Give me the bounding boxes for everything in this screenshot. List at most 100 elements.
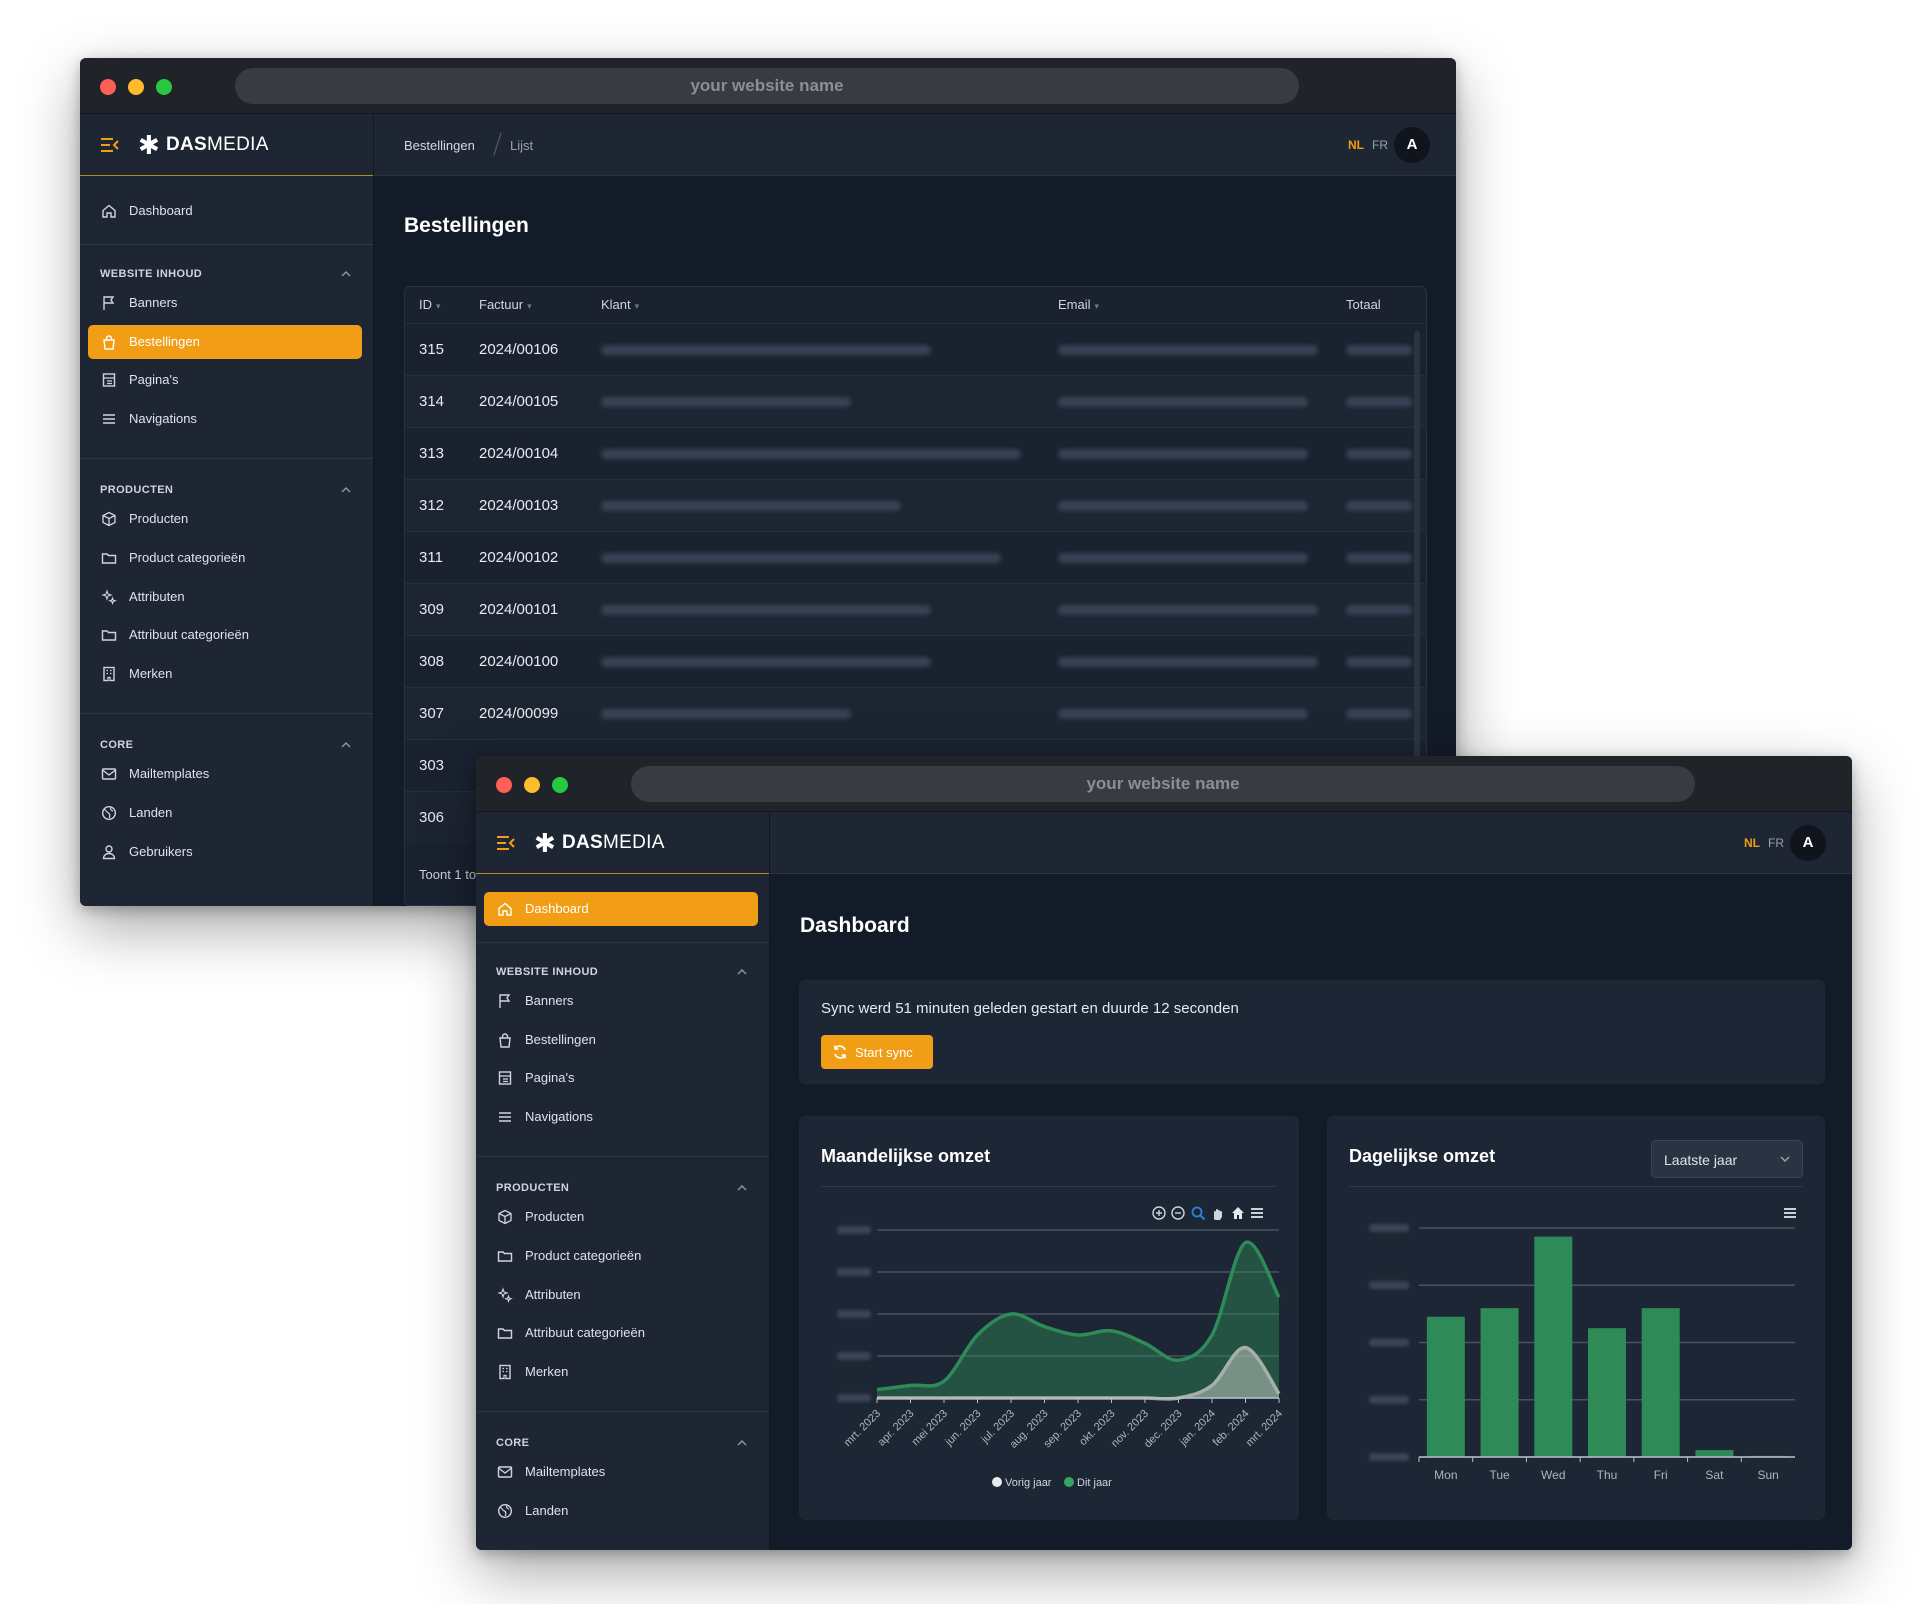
pan-icon[interactable] — [1214, 1209, 1222, 1220]
daily-revenue-card: Dagelijkse omzet Laatste jaar Mon Tue Wed T… — [1327, 1116, 1825, 1520]
minimize-window-button[interactable] — [128, 79, 144, 95]
language-fr[interactable]: FR — [1768, 836, 1784, 850]
sidebar-item-landen[interactable]: Landen — [484, 1494, 758, 1528]
address-bar[interactable]: your website name — [631, 766, 1695, 802]
menu-icon[interactable] — [1251, 1208, 1263, 1218]
sidebar-item-pagina-s[interactable]: Pagina's — [88, 363, 362, 397]
zoom-out-icon[interactable] — [1171, 1206, 1185, 1220]
section-title-website-inhoud: WEBSITE INHOUD — [496, 966, 599, 978]
sidebar-item-mailtemplates[interactable]: Mailtemplates — [484, 1455, 758, 1489]
redacted-email — [1058, 501, 1308, 511]
folder-icon — [101, 553, 117, 564]
reset-home-icon[interactable] — [1232, 1207, 1244, 1219]
breadcrumb-orders[interactable]: Bestellingen — [404, 138, 475, 153]
sidebar-item-label: Dashboard — [129, 203, 193, 218]
chevron-up-icon[interactable] — [737, 1439, 747, 1447]
sidebar-item-attribuut-categorieen[interactable]: Attribuut categorieën — [88, 618, 362, 652]
sidebar-item-producten[interactable]: Producten — [88, 502, 362, 536]
flag-icon — [499, 994, 511, 1008]
column-header-customer[interactable]: Klant ▾ — [601, 297, 639, 312]
menu-toggle-icon[interactable] — [496, 835, 516, 851]
y-tick-label-redacted — [837, 1226, 871, 1234]
sidebar-item-merken[interactable]: Merken — [88, 657, 362, 691]
sidebar-item-gebruikers[interactable]: Gebruikers — [88, 835, 362, 869]
table-row[interactable]: 311 2024/00102 — [405, 531, 1426, 583]
redacted-total — [1346, 553, 1412, 563]
invoice-number[interactable]: 2024/00099 — [479, 705, 558, 722]
sidebar-item-pagina-s[interactable]: Pagina's — [484, 1061, 758, 1095]
table-row[interactable]: 308 2024/00100 — [405, 635, 1426, 687]
user-avatar[interactable]: A — [1394, 127, 1430, 163]
sidebar-item-attribuut-categorieen[interactable]: Attribuut categorieën — [484, 1316, 758, 1350]
sidebar-item-merken[interactable]: Merken — [484, 1355, 758, 1389]
sidebar-item-dashboard[interactable]: Dashboard — [484, 892, 758, 926]
invoice-number[interactable]: 2024/00100 — [479, 653, 558, 670]
y-tick-label-redacted — [837, 1394, 871, 1402]
sidebar-item-landen[interactable]: Landen — [88, 796, 362, 830]
start-sync-button[interactable]: Start sync — [821, 1035, 933, 1069]
invoice-number[interactable]: 2024/00101 — [479, 601, 558, 618]
sidebar-item-producten[interactable]: Producten — [484, 1200, 758, 1234]
zoom-in-icon[interactable] — [1152, 1206, 1166, 1220]
language-nl[interactable]: NL — [1744, 836, 1760, 850]
invoice-number[interactable]: 2024/00102 — [479, 549, 558, 566]
sidebar-item-bestellingen[interactable]: Bestellingen — [484, 1023, 758, 1057]
chart-toolbar — [1152, 1206, 1263, 1221]
table-row[interactable]: 312 2024/00103 — [405, 479, 1426, 531]
shopping-bag-icon — [103, 334, 115, 350]
chevron-up-icon[interactable] — [737, 1184, 747, 1192]
sidebar-item-product-categorieen[interactable]: Product categorieën — [88, 541, 362, 575]
sidebar-item-label: Landen — [525, 1503, 569, 1518]
maximize-window-button[interactable] — [156, 79, 172, 95]
invoice-number[interactable]: 2024/00104 — [479, 445, 558, 462]
section-title-producten: PRODUCTEN — [496, 1182, 570, 1195]
language-fr[interactable]: FR — [1372, 138, 1388, 152]
user-avatar[interactable]: A — [1790, 825, 1826, 861]
page-layout-icon — [498, 1071, 512, 1085]
maximize-window-button[interactable] — [552, 777, 568, 793]
chevron-up-icon[interactable] — [341, 486, 351, 494]
chevron-up-icon[interactable] — [341, 741, 351, 749]
sidebar-item-banners[interactable]: Banners — [484, 984, 758, 1018]
sidebar-item-label: Producten — [525, 1209, 585, 1225]
selection-zoom-icon[interactable] — [1191, 1206, 1206, 1221]
column-header-email[interactable]: Email ▾ — [1058, 297, 1099, 312]
x-tick-label: Fri — [1654, 1468, 1668, 1482]
sidebar-item-attributen[interactable]: Attributen — [484, 1278, 758, 1312]
sidebar-item-label: Bestellingen — [525, 1031, 596, 1047]
sidebar-item-dashboard[interactable]: Dashboard — [88, 194, 362, 228]
logo-asterisk-icon: ✱ — [138, 130, 160, 160]
x-tick-label: Thu — [1597, 1468, 1618, 1482]
sidebar-item-product-categorieen[interactable]: Product categorieën — [484, 1239, 758, 1273]
minimize-window-button[interactable] — [524, 777, 540, 793]
sidebar-item-bestellingen[interactable]: Bestellingen — [88, 324, 362, 359]
menu-toggle-icon[interactable] — [100, 137, 120, 153]
table-row[interactable]: 313 2024/00104 — [405, 427, 1426, 479]
x-tick-label: Wed — [1541, 1468, 1565, 1482]
menu-icon[interactable] — [1784, 1208, 1796, 1218]
chevron-up-icon[interactable] — [737, 968, 747, 976]
sidebar-item-attributen[interactable]: Attributen — [88, 580, 362, 614]
sidebar-item-mailtemplates[interactable]: Mailtemplates — [88, 757, 362, 791]
language-nl[interactable]: NL — [1348, 138, 1364, 152]
column-header-invoice[interactable]: Factuur ▾ — [479, 297, 532, 312]
chevron-up-icon[interactable] — [341, 270, 351, 278]
redacted-total — [1346, 605, 1412, 615]
sidebar-item-navigations[interactable]: Navigations — [88, 402, 362, 436]
invoice-number[interactable]: 2024/00106 — [479, 341, 558, 358]
table-row[interactable]: 315 2024/00106 — [405, 323, 1426, 375]
redacted-email — [1058, 605, 1318, 615]
table-row[interactable]: 307 2024/00099 — [405, 687, 1426, 739]
close-window-button[interactable] — [100, 79, 116, 95]
order-id: 303 — [419, 757, 445, 774]
sidebar-item-banners[interactable]: Banners — [88, 286, 362, 320]
invoice-number[interactable]: 2024/00103 — [479, 497, 558, 514]
table-row[interactable]: 309 2024/00101 — [405, 583, 1426, 635]
invoice-number[interactable]: 2024/00105 — [479, 393, 558, 410]
table-row[interactable]: 314 2024/00105 — [405, 375, 1426, 427]
sidebar-item-label: Attribuut categorieën — [129, 627, 249, 643]
sidebar-item-navigations[interactable]: Navigations — [484, 1100, 758, 1134]
column-header-id[interactable]: ID ▾ — [419, 297, 441, 312]
close-window-button[interactable] — [496, 777, 512, 793]
address-bar[interactable]: your website name — [235, 68, 1299, 104]
